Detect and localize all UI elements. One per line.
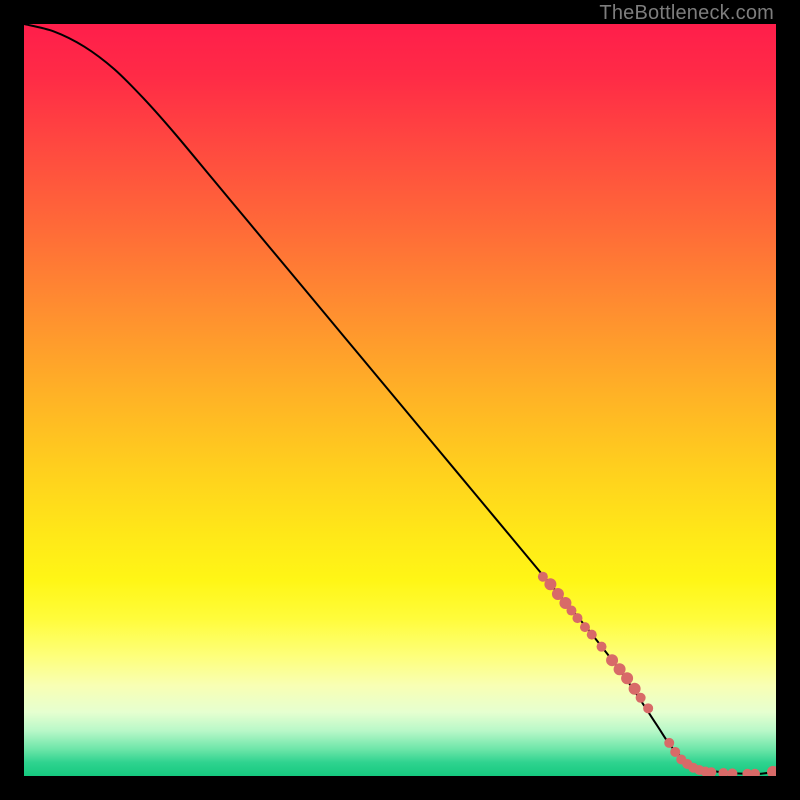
data-marker (606, 654, 618, 666)
data-marker (682, 759, 692, 769)
data-marker (767, 766, 776, 776)
data-marker (694, 765, 704, 775)
data-marker (643, 703, 653, 713)
chart-svg (24, 24, 776, 776)
data-marker (676, 754, 686, 764)
data-marker (566, 606, 576, 616)
data-marker (629, 683, 641, 695)
curve-markers (538, 572, 776, 776)
data-marker (700, 766, 710, 776)
chart-frame: TheBottleneck.com (0, 0, 800, 800)
data-marker (580, 622, 590, 632)
gradient-plot-area (24, 24, 776, 776)
watermark-text: TheBottleneck.com (599, 2, 774, 25)
data-marker (614, 663, 626, 675)
data-marker (544, 578, 556, 590)
data-marker (706, 767, 716, 776)
data-marker (636, 693, 646, 703)
data-marker (727, 768, 737, 776)
data-marker (538, 572, 548, 582)
data-marker (621, 672, 633, 684)
data-marker (670, 747, 680, 757)
data-marker (750, 769, 760, 776)
data-marker (664, 738, 674, 748)
data-marker (718, 768, 728, 776)
data-marker (552, 588, 564, 600)
data-marker (587, 630, 597, 640)
data-marker (597, 642, 607, 652)
data-marker (559, 597, 571, 609)
data-marker (742, 769, 752, 776)
data-marker (688, 763, 698, 773)
data-marker (572, 613, 582, 623)
curve-line (24, 24, 776, 774)
